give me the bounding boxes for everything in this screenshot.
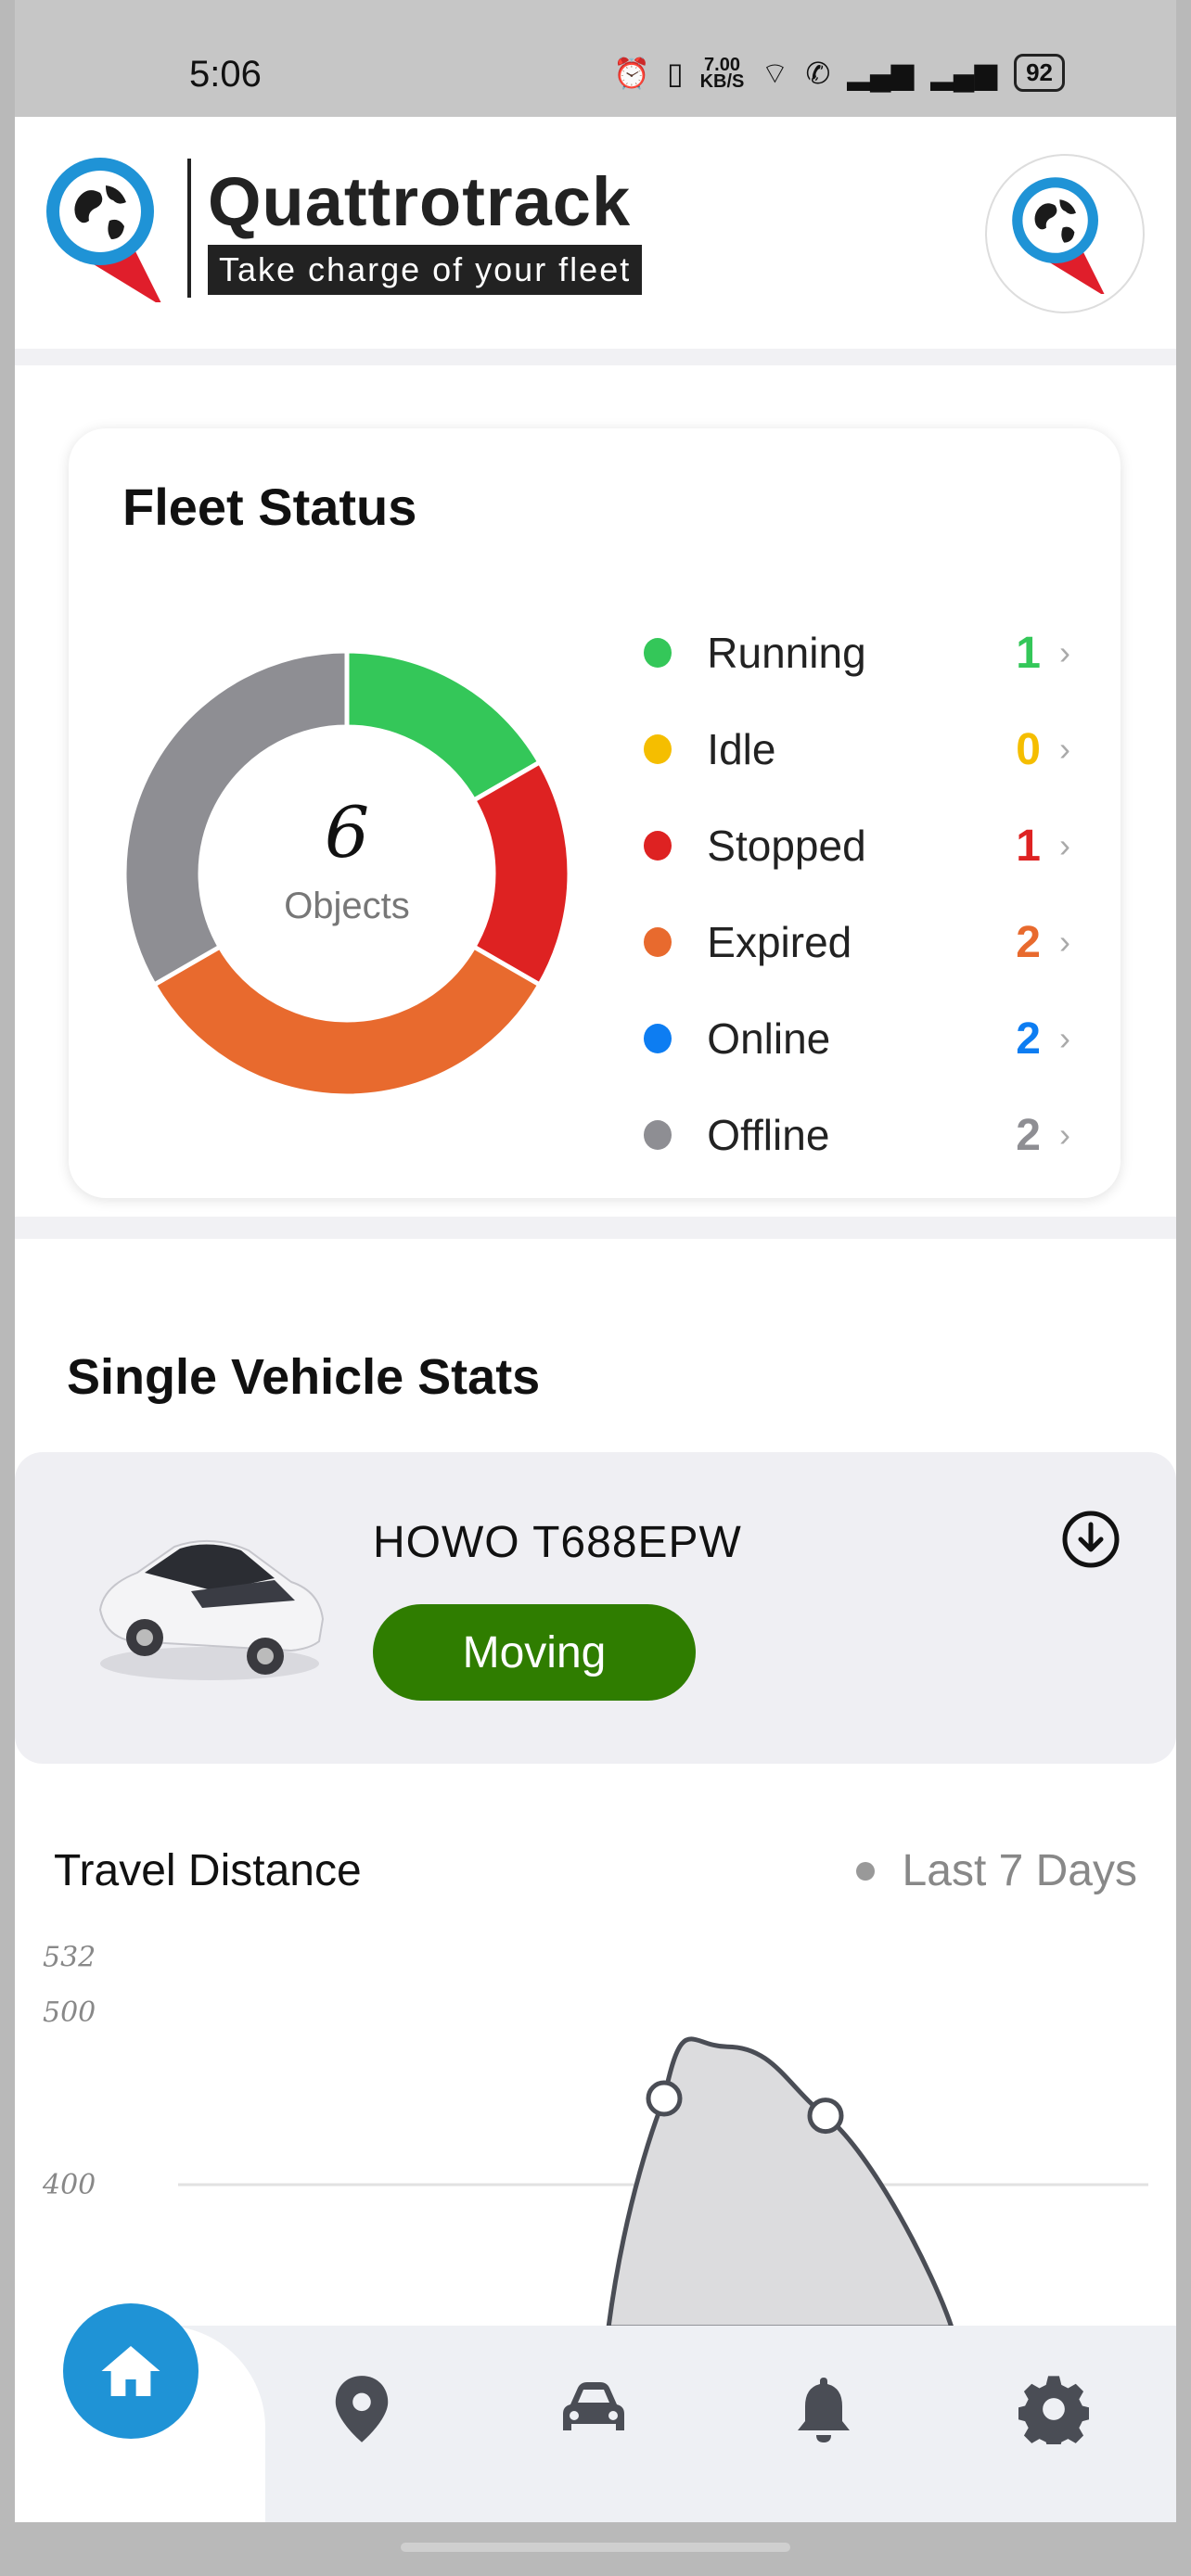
brand-title: Quattrotrack <box>208 162 632 240</box>
network-speed-value: 7.00 <box>704 54 740 75</box>
vibrate-icon: ▯ <box>666 56 684 90</box>
chevron-right-icon: › <box>1059 1019 1070 1057</box>
app-window: 5:06 ⏰ ▯ 7.00 KB/S ⌔ ✆ ▂▄▆ ▂▄▆ 92 Quattr… <box>15 0 1176 2522</box>
system-home-bar[interactable] <box>401 2543 790 2552</box>
legend-row-running[interactable]: Running 1 › <box>644 605 1070 701</box>
home-icon <box>101 2346 160 2396</box>
legend-row-idle[interactable]: Idle 0 › <box>644 701 1070 797</box>
chart-point[interactable] <box>646 2080 683 2117</box>
gear-icon <box>1018 2376 1089 2444</box>
legend-row-expired[interactable]: Expired 2 › <box>644 894 1070 990</box>
range-label: Last 7 Days <box>902 1846 1137 1895</box>
fleet-total-label: Objects <box>284 886 410 926</box>
chevron-right-icon: › <box>1059 826 1070 864</box>
chevron-right-icon: › <box>1059 1116 1070 1154</box>
car-icon <box>563 2382 624 2430</box>
chevron-right-icon: › <box>1059 730 1070 768</box>
legend-dot <box>644 1024 672 1053</box>
single-vehicle-title: Single Vehicle Stats <box>67 1349 541 1405</box>
legend-label: Stopped <box>707 822 866 870</box>
travel-distance-chart: 532 500 400 <box>42 1941 1148 2327</box>
legend-row-stopped[interactable]: Stopped 1 › <box>644 797 1070 894</box>
status-bar: 5:06 ⏰ ▯ 7.00 KB/S ⌔ ✆ ▂▄▆ ▂▄▆ 92 <box>15 0 1176 117</box>
y-tick-label: 400 <box>42 2169 96 2201</box>
legend-count: 2 <box>1016 917 1041 967</box>
travel-distance-range[interactable]: Last 7 Days <box>855 1845 1137 1896</box>
status-time: 5:06 <box>189 54 262 95</box>
download-icon[interactable] <box>1061 1510 1121 1569</box>
vehicle-name: HOWO T688EPW <box>373 1518 742 1567</box>
fleet-legend: Running 1 › Idle 0 › Stopped 1 › Expired 2 › Online 2… <box>644 605 1070 1183</box>
brand-text: Quattrotrack Take charge of your fleet <box>208 162 643 295</box>
wifi-icon: ⌔ <box>761 56 789 90</box>
legend-dot <box>644 831 672 861</box>
legend-dot <box>644 927 672 957</box>
legend-dot <box>644 1120 672 1150</box>
fleet-status-card: Fleet Status 6 Objects Running 1 › Idle 0 › St… <box>69 428 1121 1198</box>
section-divider <box>15 1217 1176 1239</box>
screen: 5:06 ⏰ ▯ 7.00 KB/S ⌔ ✆ ▂▄▆ ▂▄▆ 92 Quattr… <box>0 0 1191 2576</box>
donut-segment-stopped[interactable] <box>470 759 572 988</box>
nav-home-button[interactable] <box>63 2303 198 2439</box>
travel-distance-title: Travel Distance <box>54 1846 362 1895</box>
nav-location-button[interactable] <box>325 2372 399 2446</box>
brand-logo: Quattrotrack Take charge of your fleet <box>43 154 643 302</box>
y-tick-label: 500 <box>43 1996 96 2029</box>
legend-count: 0 <box>1016 724 1041 774</box>
legend-count: 1 <box>1016 821 1041 871</box>
fleet-donut-chart: 6 Objects <box>122 648 572 1099</box>
legend-row-offline[interactable]: Offline 2 › <box>644 1087 1070 1183</box>
signal-roaming-icon: ▂▄▆ <box>930 56 998 90</box>
vehicle-status-badge: Moving <box>373 1604 696 1701</box>
y-tick-label: 532 <box>43 1941 96 1973</box>
fleet-total: 6 <box>325 791 369 874</box>
nav-vehicles-button[interactable] <box>557 2372 631 2446</box>
legend-row-online[interactable]: Online 2 › <box>644 990 1070 1087</box>
car-image <box>98 1539 325 1680</box>
legend-count: 2 <box>1016 1110 1041 1160</box>
legend-label: Idle <box>707 725 776 773</box>
fleet-status-title: Fleet Status <box>122 478 417 536</box>
legend-count: 2 <box>1016 1014 1041 1064</box>
app-header: Quattrotrack Take charge of your fleet <box>15 117 1176 365</box>
nav-notifications-button[interactable] <box>787 2372 861 2446</box>
alarm-icon: ⏰ <box>613 56 650 90</box>
globe-pin-logo-icon <box>46 158 161 302</box>
vehicle-card[interactable]: HOWO T688EPW Moving <box>15 1452 1176 1764</box>
donut-segment-offline[interactable] <box>122 648 350 988</box>
chevron-right-icon: › <box>1059 923 1070 961</box>
chart-point[interactable] <box>807 2098 844 2135</box>
network-speed: 7.00 KB/S <box>699 54 745 92</box>
status-icons: ⏰ ▯ 7.00 KB/S ⌔ ✆ ▂▄▆ ▂▄▆ 92 <box>613 54 1065 92</box>
signal-icon: ▂▄▆ <box>847 56 915 90</box>
nav-settings-button[interactable] <box>1017 2372 1091 2446</box>
legend-dot <box>644 734 672 764</box>
brand-tagline: Take charge of your fleet <box>208 244 643 295</box>
legend-label: Expired <box>707 918 852 966</box>
bell-icon <box>798 2378 850 2442</box>
legend-count: 1 <box>1016 628 1041 678</box>
bottom-nav <box>15 2303 1176 2522</box>
donut-segment-expired[interactable] <box>150 943 544 1099</box>
profile-avatar[interactable] <box>985 154 1145 313</box>
legend-label: Online <box>707 1014 831 1063</box>
range-dot-icon <box>855 1861 875 1881</box>
avatar-logo-icon <box>1012 177 1105 294</box>
call-icon: ✆ <box>805 56 831 90</box>
network-speed-unit: KB/S <box>699 70 745 92</box>
legend-dot <box>644 638 672 668</box>
location-icon <box>335 2376 389 2442</box>
battery-indicator: 92 <box>1014 54 1065 92</box>
legend-label: Offline <box>707 1111 830 1159</box>
legend-label: Running <box>707 629 866 677</box>
chevron-right-icon: › <box>1059 633 1070 671</box>
